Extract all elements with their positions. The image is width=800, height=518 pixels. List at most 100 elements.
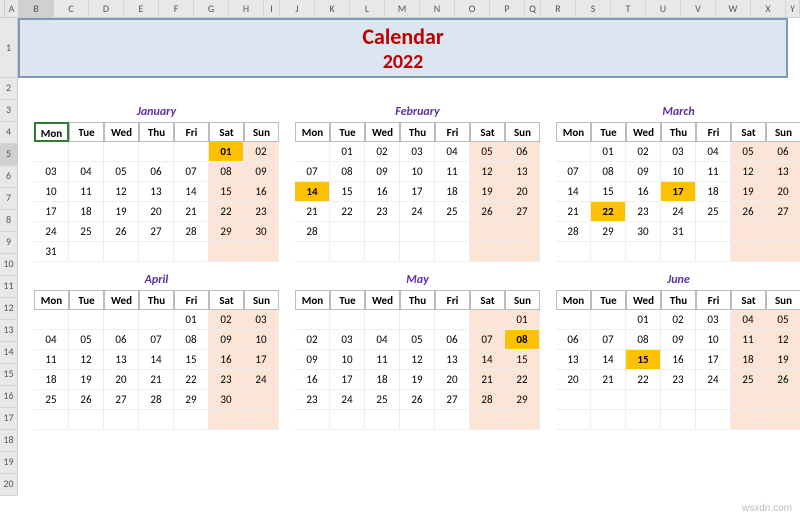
- day-cell[interactable]: 26: [731, 202, 766, 222]
- day-cell[interactable]: 04: [731, 310, 766, 330]
- empty-cell[interactable]: [435, 222, 470, 242]
- day-cell[interactable]: 16: [626, 182, 661, 202]
- col-header-H[interactable]: H: [229, 0, 264, 17]
- day-cell[interactable]: 25: [435, 202, 470, 222]
- empty-cell[interactable]: [766, 242, 800, 262]
- day-cell[interactable]: 07: [295, 162, 330, 182]
- day-header-thu[interactable]: Thu: [661, 122, 696, 142]
- day-header-wed[interactable]: Wed: [104, 290, 139, 310]
- day-header-mon[interactable]: Mon: [34, 290, 69, 310]
- day-header-wed[interactable]: Wed: [365, 290, 400, 310]
- day-cell[interactable]: 14: [174, 182, 209, 202]
- day-cell[interactable]: 02: [244, 142, 279, 162]
- day-header-wed[interactable]: Wed: [365, 122, 400, 142]
- day-cell[interactable]: 01: [505, 310, 540, 330]
- col-header-R[interactable]: R: [541, 0, 576, 17]
- empty-cell[interactable]: [69, 410, 104, 430]
- col-header-N[interactable]: N: [420, 0, 455, 17]
- empty-cell[interactable]: [626, 410, 661, 430]
- empty-cell[interactable]: [34, 310, 69, 330]
- row-header-19[interactable]: 19: [0, 452, 18, 474]
- day-header-sun[interactable]: Sun: [766, 122, 800, 142]
- day-cell[interactable]: 15: [330, 182, 365, 202]
- day-cell[interactable]: 15: [505, 350, 540, 370]
- day-cell[interactable]: 05: [400, 330, 435, 350]
- empty-cell[interactable]: [556, 390, 591, 410]
- day-cell[interactable]: 04: [435, 142, 470, 162]
- day-header-fri[interactable]: Fri: [435, 122, 470, 142]
- day-cell[interactable]: 10: [330, 350, 365, 370]
- empty-cell[interactable]: [365, 410, 400, 430]
- empty-cell[interactable]: [174, 242, 209, 262]
- col-header-G[interactable]: G: [194, 0, 229, 17]
- day-cell[interactable]: 24: [244, 370, 279, 390]
- day-cell[interactable]: 21: [470, 370, 505, 390]
- day-cell[interactable]: 12: [470, 162, 505, 182]
- day-header-mon[interactable]: Mon: [34, 122, 69, 142]
- day-cell[interactable]: 20: [556, 370, 591, 390]
- day-cell[interactable]: 14: [591, 350, 626, 370]
- day-cell[interactable]: 01: [209, 142, 244, 162]
- empty-cell[interactable]: [731, 410, 766, 430]
- empty-cell[interactable]: [470, 222, 505, 242]
- col-header-S[interactable]: S: [576, 0, 611, 17]
- day-cell[interactable]: 23: [661, 370, 696, 390]
- empty-cell[interactable]: [661, 410, 696, 430]
- day-cell[interactable]: 15: [626, 350, 661, 370]
- day-cell[interactable]: 16: [661, 350, 696, 370]
- day-cell[interactable]: 01: [330, 142, 365, 162]
- day-cell[interactable]: 16: [209, 350, 244, 370]
- empty-cell[interactable]: [34, 142, 69, 162]
- empty-cell[interactable]: [626, 242, 661, 262]
- empty-cell[interactable]: [295, 242, 330, 262]
- row-header-13[interactable]: 13: [0, 320, 18, 342]
- empty-cell[interactable]: [400, 222, 435, 242]
- row-header-3[interactable]: 3: [0, 100, 18, 122]
- day-cell[interactable]: 22: [330, 202, 365, 222]
- day-cell[interactable]: 10: [400, 162, 435, 182]
- day-cell[interactable]: 14: [556, 182, 591, 202]
- day-cell[interactable]: 11: [365, 350, 400, 370]
- day-cell[interactable]: 20: [435, 370, 470, 390]
- day-header-sat[interactable]: Sat: [209, 290, 244, 310]
- day-cell[interactable]: 24: [330, 390, 365, 410]
- day-cell[interactable]: 24: [400, 202, 435, 222]
- row-header-8[interactable]: 8: [0, 210, 18, 232]
- day-cell[interactable]: 30: [209, 390, 244, 410]
- day-cell[interactable]: 05: [470, 142, 505, 162]
- day-cell[interactable]: 12: [69, 350, 104, 370]
- empty-cell[interactable]: [696, 390, 731, 410]
- day-cell[interactable]: 05: [69, 330, 104, 350]
- day-cell[interactable]: 26: [470, 202, 505, 222]
- day-cell[interactable]: 06: [505, 142, 540, 162]
- empty-cell[interactable]: [104, 310, 139, 330]
- day-header-tue[interactable]: Tue: [69, 290, 104, 310]
- day-cell[interactable]: 10: [661, 162, 696, 182]
- day-cell[interactable]: 15: [174, 350, 209, 370]
- day-cell[interactable]: 22: [505, 370, 540, 390]
- empty-cell[interactable]: [556, 242, 591, 262]
- day-cell[interactable]: 07: [591, 330, 626, 350]
- col-header-Q[interactable]: Q: [525, 0, 541, 17]
- empty-cell[interactable]: [174, 142, 209, 162]
- empty-cell[interactable]: [244, 390, 279, 410]
- day-header-fri[interactable]: Fri: [174, 290, 209, 310]
- day-cell[interactable]: 19: [104, 202, 139, 222]
- day-header-wed[interactable]: Wed: [104, 122, 139, 142]
- day-cell[interactable]: 23: [626, 202, 661, 222]
- day-cell[interactable]: 05: [766, 310, 800, 330]
- day-header-fri[interactable]: Fri: [174, 122, 209, 142]
- day-cell[interactable]: 29: [209, 222, 244, 242]
- day-cell[interactable]: 23: [209, 370, 244, 390]
- day-cell[interactable]: 02: [626, 142, 661, 162]
- col-header-X[interactable]: X: [751, 0, 786, 17]
- col-header-J[interactable]: J: [280, 0, 315, 17]
- day-cell[interactable]: 08: [209, 162, 244, 182]
- day-cell[interactable]: 15: [209, 182, 244, 202]
- day-cell[interactable]: 03: [244, 310, 279, 330]
- empty-cell[interactable]: [365, 310, 400, 330]
- day-cell[interactable]: 13: [435, 350, 470, 370]
- day-cell[interactable]: 13: [104, 350, 139, 370]
- row-header-14[interactable]: 14: [0, 342, 18, 364]
- col-header-A[interactable]: A: [5, 0, 19, 17]
